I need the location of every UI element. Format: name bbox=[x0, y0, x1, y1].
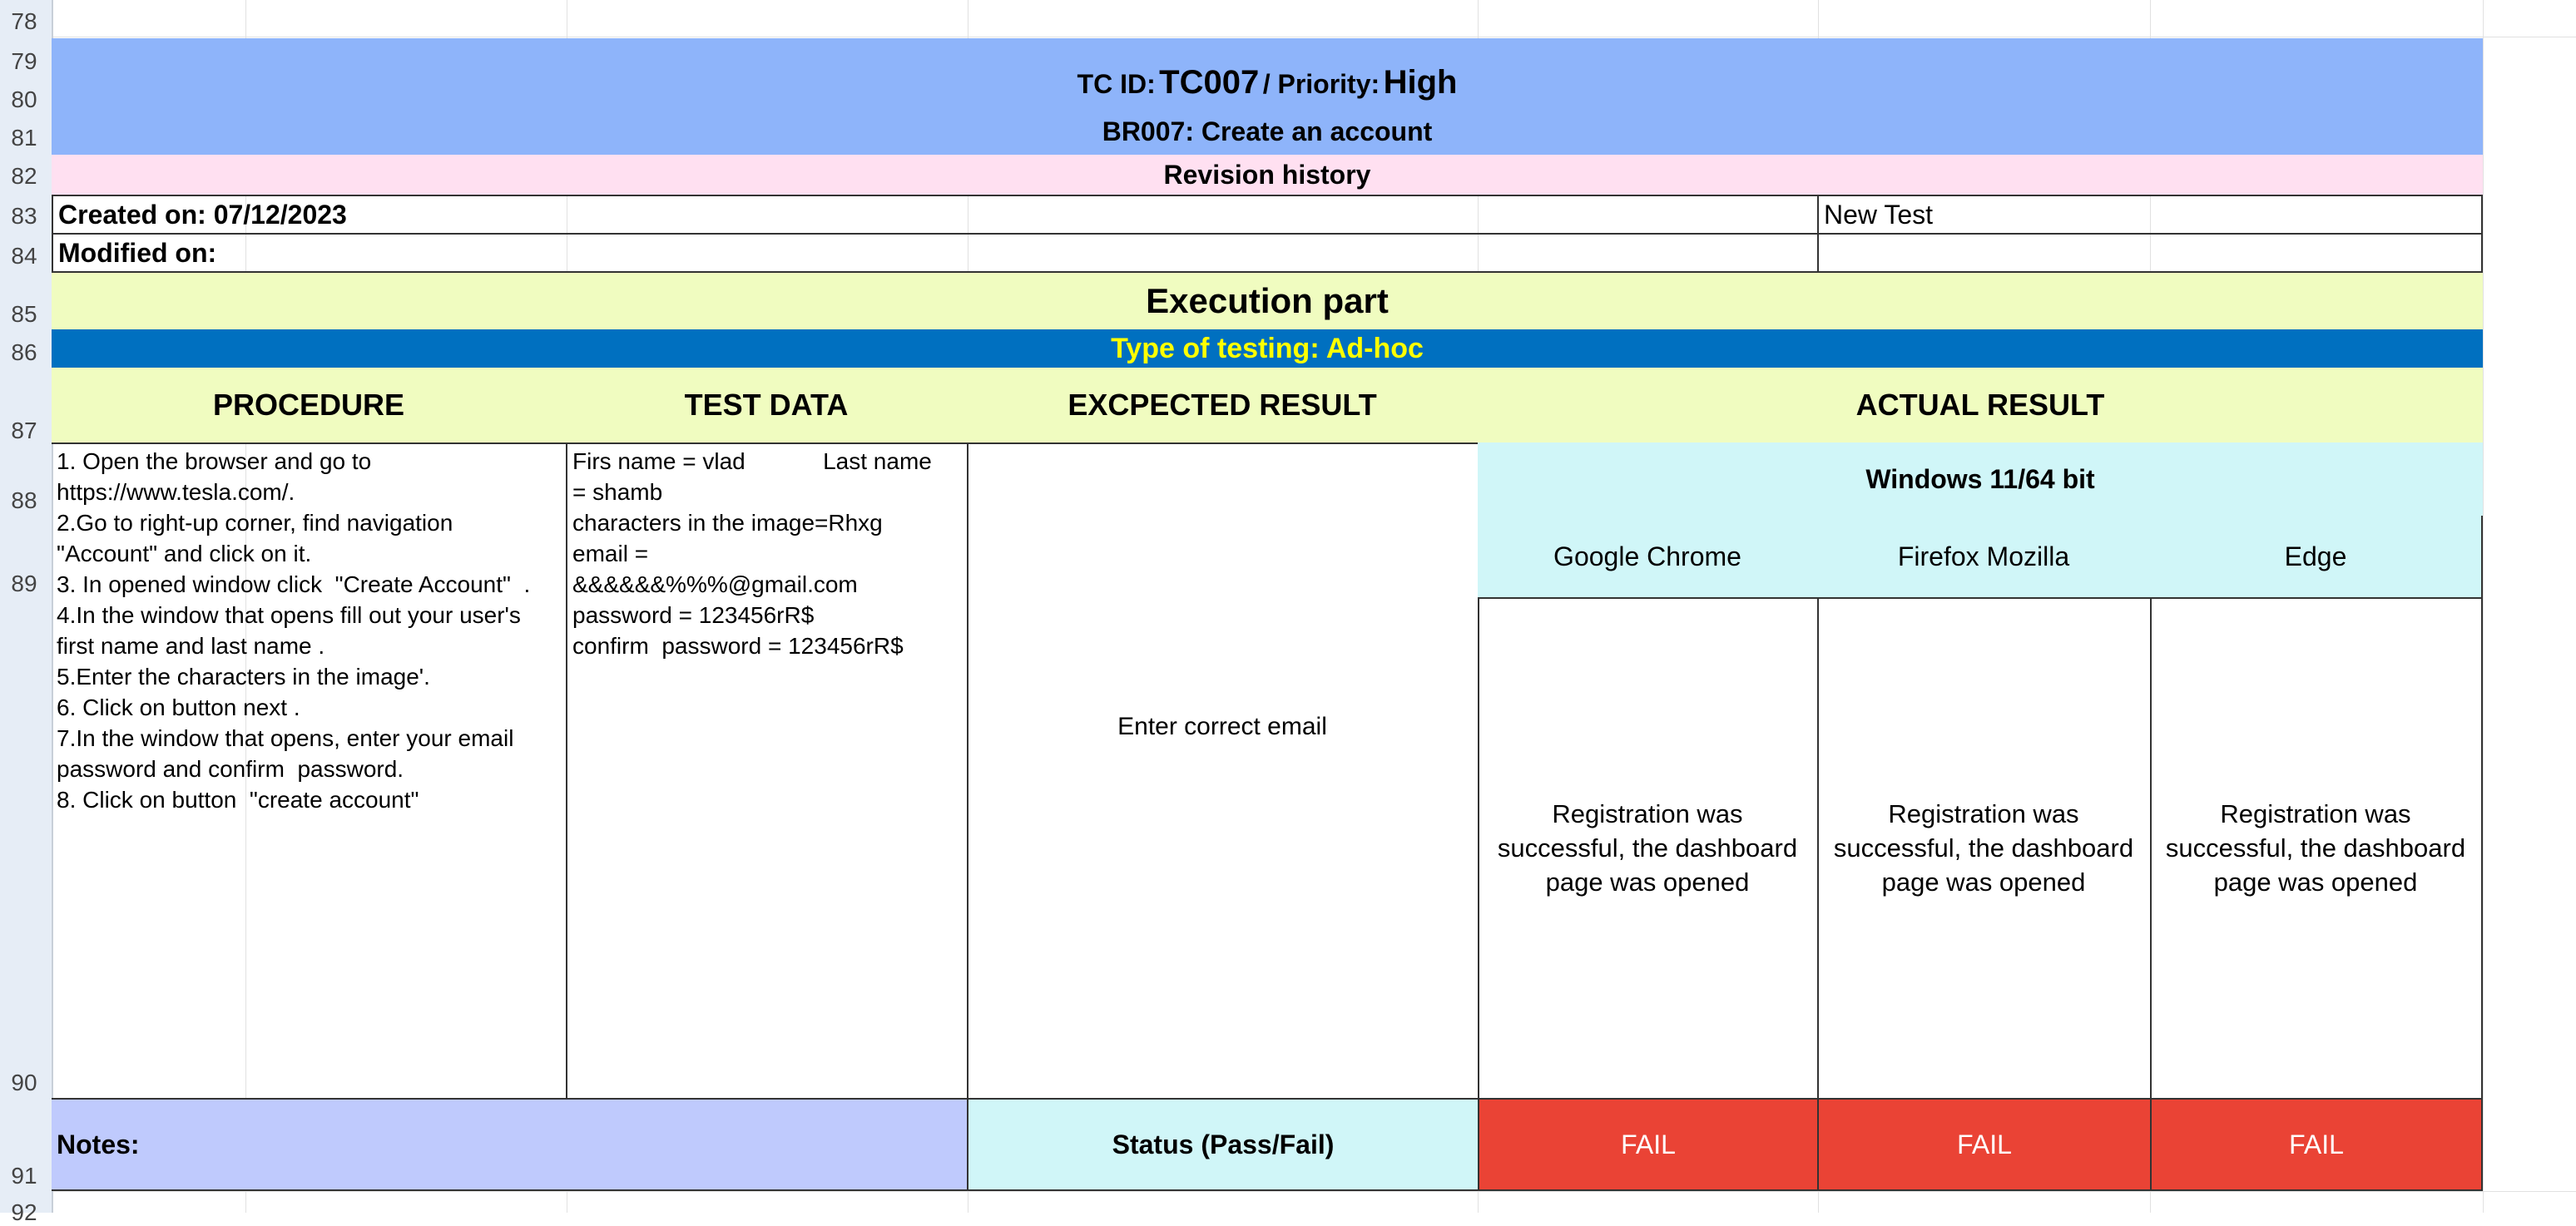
actual-result-firefox-text: Registration was successful, the dashboa… bbox=[1833, 798, 2134, 897]
row-number[interactable]: 87 bbox=[0, 418, 48, 444]
actual-result-header[interactable]: ACTUAL RESULT bbox=[1478, 368, 2483, 444]
status-firefox-fail[interactable]: FAIL bbox=[1817, 1098, 2152, 1191]
browser-edge-cell[interactable]: Edge bbox=[2150, 516, 2483, 599]
tc-header[interactable]: TC ID: TC007 / Priority: High BR007: Cre… bbox=[52, 38, 2483, 155]
row-number[interactable]: 86 bbox=[0, 339, 48, 366]
test-data-header[interactable]: TEST DATA bbox=[566, 368, 968, 444]
row-number[interactable]: 89 bbox=[0, 571, 48, 597]
procedure-header[interactable]: PROCEDURE bbox=[52, 368, 567, 444]
row-number[interactable]: 85 bbox=[0, 301, 48, 328]
status-chrome-fail[interactable]: FAIL bbox=[1478, 1098, 1819, 1191]
row-number[interactable]: 82 bbox=[0, 163, 48, 190]
priority-value: High bbox=[1383, 64, 1458, 101]
notes-label-cell[interactable]: Notes: bbox=[52, 1098, 968, 1191]
created-on-cell[interactable]: Created on: 07/12/2023 bbox=[52, 195, 1819, 235]
row-number[interactable]: 83 bbox=[0, 203, 48, 230]
actual-result-edge-text: Registration was successful, the dashboa… bbox=[2165, 798, 2466, 897]
procedure-cell[interactable]: 1. Open the browser and go to https://ww… bbox=[52, 442, 567, 1098]
row-number[interactable]: 91 bbox=[0, 1163, 48, 1189]
row-number[interactable]: 90 bbox=[0, 1070, 48, 1096]
revision-history-title[interactable]: Revision history bbox=[52, 155, 2483, 195]
spreadsheet: 78 79 80 81 82 83 84 85 86 87 88 89 90 9… bbox=[0, 0, 2576, 1225]
priority-label: / Priority: bbox=[1262, 69, 1380, 99]
actual-result-chrome-text: Registration was successful, the dashboa… bbox=[1497, 798, 1798, 897]
row-number[interactable]: 81 bbox=[0, 125, 48, 151]
row-number[interactable]: 92 bbox=[0, 1199, 48, 1226]
br-title: BR007: Create an account bbox=[1102, 116, 1433, 146]
status-edge-fail[interactable]: FAIL bbox=[2150, 1098, 2483, 1191]
tc-id-value: TC007 bbox=[1159, 64, 1260, 101]
gridline bbox=[52, 1191, 2576, 1192]
browser-firefox-cell[interactable]: Firefox Mozilla bbox=[1817, 516, 2152, 599]
row-number[interactable]: 84 bbox=[0, 243, 48, 269]
expected-result-header[interactable]: EXCPECTED RESULT bbox=[967, 368, 1479, 444]
os-environment-cell[interactable]: Windows 11/64 bit bbox=[1478, 442, 2483, 517]
status-label-cell[interactable]: Status (Pass/Fail) bbox=[967, 1098, 1479, 1191]
tc-id-label: TC ID: bbox=[1077, 69, 1156, 99]
type-of-testing-bar[interactable]: Type of testing: Ad-hoc bbox=[52, 329, 2483, 368]
row-number[interactable]: 88 bbox=[0, 487, 48, 514]
execution-part-title[interactable]: Execution part bbox=[52, 273, 2483, 329]
gridline bbox=[2483, 0, 2484, 1213]
actual-result-chrome-cell[interactable]: Registration was successful, the dashboa… bbox=[1478, 597, 1819, 1098]
row-number[interactable]: 80 bbox=[0, 87, 48, 113]
row-header-column: 78 79 80 81 82 83 84 85 86 87 88 89 90 9… bbox=[0, 0, 53, 1225]
browser-chrome-cell[interactable]: Google Chrome bbox=[1478, 516, 1819, 599]
modified-value-cell[interactable] bbox=[1817, 233, 2483, 273]
row-number[interactable]: 79 bbox=[0, 48, 48, 75]
revision-note-cell[interactable]: New Test bbox=[1817, 195, 2483, 235]
tc-id-line: TC ID: TC007 / Priority: High bbox=[1077, 64, 1458, 101]
test-data-cell[interactable]: Firs name = vlad Last name = shamb chara… bbox=[566, 442, 968, 1098]
modified-on-cell[interactable]: Modified on: bbox=[52, 233, 1819, 273]
expected-result-text: Enter correct email bbox=[1117, 713, 1327, 740]
expected-result-cell[interactable]: Enter correct email bbox=[967, 442, 1479, 1098]
actual-result-firefox-cell[interactable]: Registration was successful, the dashboa… bbox=[1817, 597, 2152, 1098]
actual-result-edge-cell[interactable]: Registration was successful, the dashboa… bbox=[2150, 597, 2483, 1098]
row-number[interactable]: 78 bbox=[0, 8, 48, 35]
